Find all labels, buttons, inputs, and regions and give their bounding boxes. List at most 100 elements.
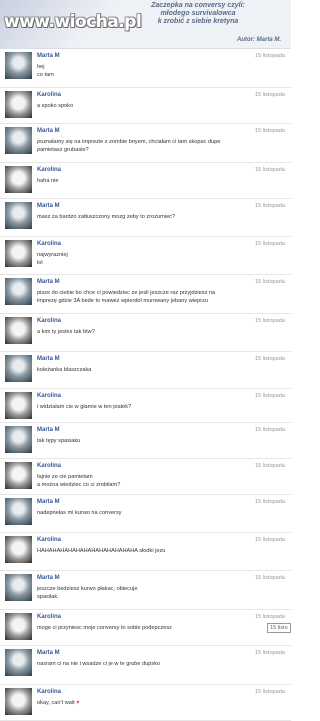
message-row: Karolina 15 listopada HAHAHAHAHAHAHAHAHAHA… bbox=[0, 532, 291, 571]
avatar[interactable] bbox=[5, 166, 32, 193]
message-date: 15 listopada bbox=[254, 128, 285, 134]
message-row: Karolina 15 listopada a kim ty jestes tak … bbox=[0, 313, 291, 352]
message-text: okay, can't wait ♥ bbox=[37, 699, 257, 707]
date-tooltip: 15 listo bbox=[267, 623, 291, 633]
message-line: koleżanka blaszczaka bbox=[37, 367, 92, 373]
sender-name[interactable]: Marta M bbox=[37, 499, 60, 505]
avatar[interactable] bbox=[5, 649, 32, 676]
message-line: najwyrazniej bbox=[37, 252, 68, 258]
avatar[interactable] bbox=[5, 240, 32, 267]
avatar[interactable] bbox=[5, 355, 32, 382]
message-text: a kim ty jestes tak btw? bbox=[37, 328, 257, 336]
message-row: Karolina 15 listopada okay, can't wait ♥ bbox=[0, 684, 291, 721]
message-line: tak tępy spasiaku bbox=[37, 438, 81, 444]
message-text: nadepnełas mi kurwo na conversy bbox=[37, 509, 257, 517]
message-line: haha nie bbox=[37, 178, 59, 184]
sender-name[interactable]: Karolina bbox=[37, 614, 61, 620]
avatar[interactable] bbox=[5, 613, 32, 640]
message-row: Karolina 15 listopada haha nie bbox=[0, 162, 291, 199]
message-date: 15 listopada bbox=[254, 689, 285, 695]
sender-name[interactable]: Karolina bbox=[37, 393, 61, 399]
message-line: pisze do ciebie bo chce ci powiedziec ze… bbox=[37, 290, 216, 296]
message-line: okay, can't wait ♥ bbox=[37, 700, 80, 706]
message-line: a spoko spoko bbox=[37, 103, 74, 109]
sender-name[interactable]: Marta M bbox=[37, 128, 60, 134]
message-date: 15 listopada bbox=[254, 537, 285, 543]
message-line: imprezę gdzie 3A bede to mawez wpierdol … bbox=[37, 298, 209, 304]
avatar[interactable] bbox=[5, 688, 32, 715]
sender-name[interactable]: Karolina bbox=[37, 689, 61, 695]
header-line: Zaczepka na conversy czyli: bbox=[151, 2, 245, 9]
message-row: Karolina 15 listopada i widziałam cie w gl… bbox=[0, 388, 291, 423]
message-row: Marta M 15 listopada tak tępy spasiaku bbox=[0, 422, 291, 459]
message-line: nadepnełas mi kurwo na conversy bbox=[37, 510, 122, 516]
message-text: hej co tam bbox=[37, 63, 257, 79]
message-date: 15 listopada bbox=[254, 318, 285, 324]
message-line: i widziałam cie w glamie w ten piatek? bbox=[37, 404, 132, 410]
avatar[interactable] bbox=[5, 426, 32, 453]
message-row: Marta M 15 listopada koleżanka blaszczaka bbox=[0, 351, 291, 389]
message-text: HAHAHAHAHAHAHAHAHAHAHAHAHA słodki jezu bbox=[37, 547, 257, 555]
message-text: a spoko spoko bbox=[37, 102, 257, 110]
avatar[interactable] bbox=[5, 392, 32, 419]
message-line: hej bbox=[37, 64, 45, 70]
message-line: spasilak. bbox=[37, 594, 59, 600]
sender-name[interactable]: Karolina bbox=[37, 167, 61, 173]
sender-name[interactable]: Marta M bbox=[37, 53, 60, 59]
avatar[interactable] bbox=[5, 127, 32, 154]
avatar[interactable] bbox=[5, 536, 32, 563]
message-text: nasram ci na nie i wsadze ci je w te gru… bbox=[37, 660, 257, 668]
sender-name[interactable]: Marta M bbox=[37, 356, 60, 362]
sender-name[interactable]: Karolina bbox=[37, 318, 61, 324]
message-row: Marta M 15 listopada poznałamy się na impr… bbox=[0, 123, 291, 163]
message-text: haha nie bbox=[37, 177, 257, 185]
message-date: 15 listopada bbox=[254, 241, 285, 247]
message-row: Marta M 15 listopada masz za bardzo zatłus… bbox=[0, 198, 291, 237]
message-date: 15 listopada bbox=[254, 203, 285, 209]
message-line: co tam bbox=[37, 72, 54, 78]
message-text: najwyrazniej lol bbox=[37, 251, 257, 267]
sender-name[interactable]: Marta M bbox=[37, 575, 60, 581]
message-row: Marta M 15 listopada jeszcze bedziesz kurw… bbox=[0, 570, 291, 610]
message-row: Marta M 15 listopada pisze do ciebie bo ch… bbox=[0, 274, 291, 314]
sender-name[interactable]: Marta M bbox=[37, 279, 60, 285]
message-date: 15 listopada bbox=[254, 167, 285, 173]
avatar[interactable] bbox=[5, 278, 32, 305]
message-line: HAHAHAHAHAHAHAHAHAHAHAHAHA słodki jezu bbox=[37, 548, 166, 554]
avatar[interactable] bbox=[5, 91, 32, 118]
message-date: 15 listopada bbox=[254, 614, 285, 620]
sender-name[interactable]: Karolina bbox=[37, 92, 61, 98]
message-line: moge ci przyniesc moje conversy to sobie… bbox=[37, 625, 172, 631]
watermark-logo: www.wiocha.pl bbox=[4, 12, 142, 32]
message-date: 15 listopada bbox=[254, 499, 285, 505]
message-row: Karolina 15 listopada moge ci przyniesc mo… bbox=[0, 609, 291, 646]
message-text: jeszcze bedziesz kurwo płakac, obiecuje s… bbox=[37, 585, 257, 601]
message-text: moge ci przyniesc moje conversy to sobie… bbox=[37, 624, 257, 632]
avatar[interactable] bbox=[5, 462, 32, 489]
message-text: tak tępy spasiaku bbox=[37, 437, 257, 445]
message-row: Karolina 15 listopada najwyrazniej lol bbox=[0, 236, 291, 275]
message-text: poznałamy się na imprezie z zombie boyem… bbox=[37, 138, 257, 154]
message-text: i widziałam cie w glamie w ten piatek? bbox=[37, 403, 257, 411]
message-line: jeszcze bedziesz kurwo płakac, obiecuje bbox=[37, 586, 138, 592]
sender-name[interactable]: Marta M bbox=[37, 203, 60, 209]
message-line: fajnie ze cie pamietam bbox=[37, 474, 93, 480]
sender-name[interactable]: Karolina bbox=[37, 463, 61, 469]
avatar[interactable] bbox=[5, 202, 32, 229]
message-date: 15 listopada bbox=[254, 92, 285, 98]
message-date: 15 listopada bbox=[254, 427, 285, 433]
message-date: 15 listopada bbox=[254, 279, 285, 285]
sender-name[interactable]: Marta M bbox=[37, 427, 60, 433]
message-line: lol bbox=[37, 260, 43, 266]
sender-name[interactable]: Karolina bbox=[37, 241, 61, 247]
avatar[interactable] bbox=[5, 574, 32, 601]
message-line: poznałamy się na imprezie z zombie boyem… bbox=[37, 139, 221, 145]
sender-name[interactable]: Karolina bbox=[37, 537, 61, 543]
sender-name[interactable]: Marta M bbox=[37, 650, 60, 656]
avatar[interactable] bbox=[5, 317, 32, 344]
message-row: Marta M 15 listopada nasram ci na nie i ws… bbox=[0, 645, 291, 685]
heart-icon: ♥ bbox=[74, 700, 80, 706]
avatar[interactable] bbox=[5, 498, 32, 525]
message-row: Marta M 15 listopada nadepnełas mi kurwo n… bbox=[0, 494, 291, 533]
avatar[interactable] bbox=[5, 52, 32, 79]
